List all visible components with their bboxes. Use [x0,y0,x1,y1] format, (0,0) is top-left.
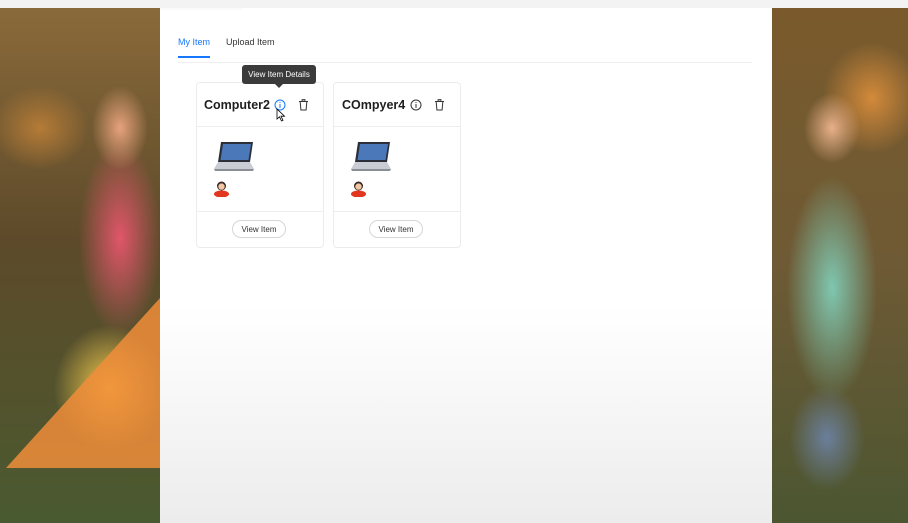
main-panel: My Item Upload Item Computer2 View Item … [160,8,772,523]
tab-upload-item[interactable]: Upload Item [226,37,275,56]
view-item-button[interactable]: View Item [232,220,286,238]
card-footer: View Item [334,211,460,248]
trash-icon[interactable] [434,99,445,111]
trash-icon[interactable] [298,99,309,111]
tooltip-arrow [275,84,283,88]
card-header: Computer2 [197,83,323,127]
item-card: Computer2 View Item [196,82,324,248]
background-photo-right [772,8,908,523]
card-footer: View Item [197,211,323,248]
item-title: COmpyer4 [342,98,406,112]
view-item-button[interactable]: View Item [369,220,423,238]
laptop-icon [214,142,254,171]
laptop-icon [351,142,391,171]
info-circle-icon[interactable] [410,99,422,111]
tab-my-item[interactable]: My Item [178,37,211,58]
kite-shape [6,298,160,468]
cursor-icon [276,108,286,122]
panel-top-line [160,8,242,10]
avatar-icon [214,181,229,197]
card-header: COmpyer4 [334,83,460,127]
top-strip [0,0,908,8]
item-title: Computer2 [204,98,270,112]
tooltip: View Item Details [242,65,316,84]
item-card: COmpyer4 View Item [333,82,461,248]
background-photo-left [0,8,160,523]
tab-bar: My Item Upload Item [178,32,752,63]
avatar-icon [351,181,366,197]
